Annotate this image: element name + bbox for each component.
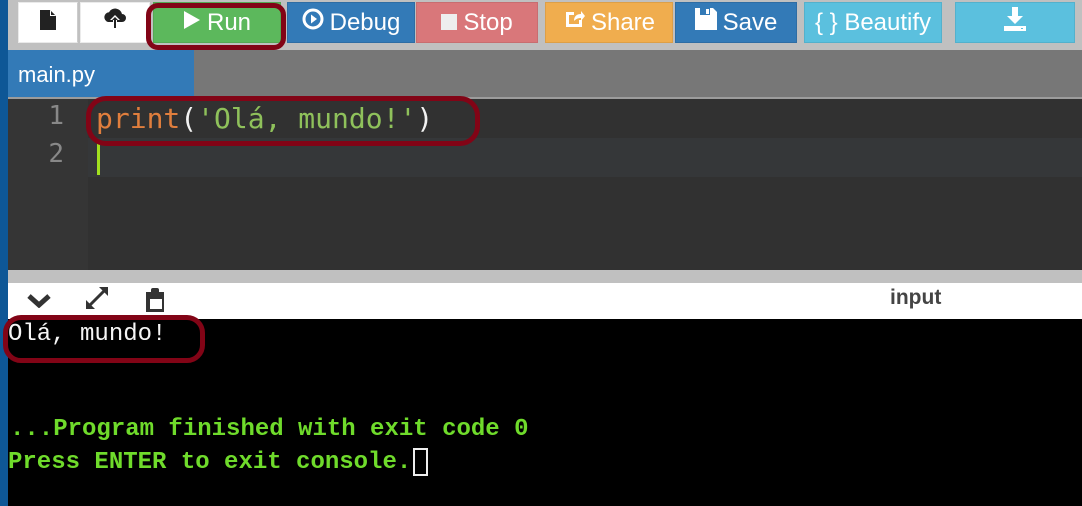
- download-icon: [1004, 7, 1026, 38]
- line-gutter: 1 2: [8, 99, 88, 270]
- panel-resize-handle[interactable]: [8, 270, 1082, 283]
- file-icon: [40, 9, 56, 37]
- console-output[interactable]: Olá, mundo! ...Program finished with exi…: [8, 319, 1082, 506]
- tab-label: main.py: [18, 62, 96, 87]
- upload-button[interactable]: [80, 2, 150, 43]
- save-button[interactable]: Save: [675, 2, 797, 43]
- stop-label: Stop: [463, 8, 513, 36]
- code-paren-open: (: [180, 102, 198, 135]
- chevron-down-icon: [27, 292, 51, 313]
- download-button[interactable]: [955, 2, 1075, 43]
- run-label: Run: [206, 8, 252, 36]
- code-string: 'Olá, mundo!': [197, 102, 417, 135]
- press-enter-message: Press ENTER to exit console.: [8, 448, 412, 476]
- toolbar: Run Debug Stop Share Save { } Beautify: [8, 0, 1082, 50]
- beautify-button[interactable]: { } Beautify: [804, 2, 942, 43]
- stop-button[interactable]: Stop: [416, 2, 538, 43]
- share-label: Share: [590, 8, 656, 36]
- clipboard-icon: [144, 287, 166, 318]
- circle-play-icon: [302, 8, 324, 37]
- code-line-1[interactable]: print('Olá, mundo!'): [96, 100, 433, 138]
- left-edge-strip: [0, 0, 8, 506]
- debug-button[interactable]: Debug: [287, 2, 415, 43]
- save-label: Save: [722, 8, 778, 36]
- copy-output-button[interactable]: [138, 285, 172, 319]
- share-button[interactable]: Share: [545, 2, 673, 43]
- file-tab-bar: main.py: [8, 50, 1082, 97]
- line-number: 1: [48, 101, 64, 131]
- beautify-label: { } Beautify: [814, 8, 932, 36]
- tab-main-py[interactable]: main.py: [8, 50, 194, 97]
- text-cursor: [97, 142, 100, 175]
- press-enter-line: Press ENTER to exit console.: [8, 448, 429, 476]
- expand-console-button[interactable]: [80, 283, 114, 317]
- play-icon: [183, 9, 201, 37]
- line-number: 2: [48, 139, 64, 169]
- share-icon: [563, 8, 585, 37]
- program-output: Olá, mundo!: [8, 321, 167, 348]
- cloud-upload-icon: [102, 8, 128, 37]
- input-tab-label[interactable]: input: [890, 286, 941, 310]
- exit-status-message: ...Program finished with exit code 0: [10, 416, 529, 443]
- new-file-button[interactable]: [18, 2, 78, 43]
- active-line-highlight: [88, 138, 1082, 177]
- run-button[interactable]: Run: [153, 2, 281, 43]
- terminal-cursor: [413, 448, 429, 476]
- floppy-disk-icon: [694, 8, 717, 37]
- stop-square-icon: [441, 9, 458, 37]
- code-function-name: print: [96, 102, 181, 135]
- code-paren-close: ): [416, 102, 434, 135]
- debug-label: Debug: [329, 8, 401, 36]
- code-editor[interactable]: 1 2 print('Olá, mundo!'): [8, 99, 1082, 270]
- collapse-console-button[interactable]: [22, 285, 56, 319]
- console-toolbar: input: [8, 283, 1082, 319]
- expand-icon: [83, 284, 111, 317]
